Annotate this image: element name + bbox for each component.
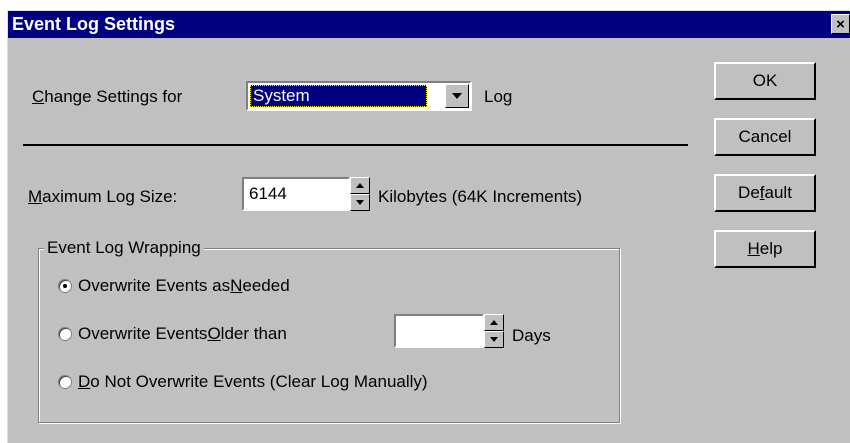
max-log-size-input[interactable]: 6144 [242,177,350,211]
arrow-up-icon [356,183,364,188]
days-spinner[interactable] [484,314,504,348]
close-button[interactable]: × [831,14,850,34]
help-button[interactable]: Help [714,230,816,268]
event-log-settings-dialog: Event Log Settings × Change Settings for… [7,10,850,443]
title-bar[interactable]: Event Log Settings × [8,11,850,38]
kilobytes-label: Kilobytes (64K Increments) [378,187,583,206]
max-log-size-spinner[interactable] [350,177,370,211]
radio-button[interactable] [58,375,72,389]
spin-down-button[interactable] [350,194,370,211]
change-settings-label: Change Settings for [32,87,183,106]
radio-do-not-overwrite[interactable]: Do Not Overwrite Events (Clear Log Manua… [58,372,428,392]
radio-overwrite-as-needed[interactable]: Overwrite Events as Needed [58,276,290,296]
arrow-down-icon [490,337,498,342]
spin-down-button[interactable] [484,331,504,348]
cancel-button[interactable]: Cancel [714,118,816,156]
spin-up-button[interactable] [484,314,504,331]
spin-up-button[interactable] [350,177,370,194]
arrow-up-icon [490,320,498,325]
ok-button[interactable]: OK [714,62,816,100]
event-log-wrapping-legend: Event Log Wrapping [44,238,204,258]
days-label: Days [512,326,551,345]
radio-overwrite-older-than[interactable]: Overwrite Events Older than [58,324,287,344]
max-log-size-label: Maximum Log Size: [28,187,178,206]
arrow-down-icon [356,200,364,205]
divider [23,144,688,146]
log-type-combobox[interactable]: System [246,81,472,111]
default-button[interactable]: De f ault [714,174,816,212]
log-type-selected[interactable]: System [250,85,427,107]
radio-button[interactable] [58,327,72,341]
log-suffix-label: Log [484,87,513,106]
window-title: Event Log Settings [12,14,176,34]
close-icon: × [836,15,845,33]
dropdown-button[interactable] [445,84,469,108]
chevron-down-icon [452,93,462,99]
days-input[interactable] [394,314,484,348]
radio-button-checked[interactable] [58,279,72,293]
